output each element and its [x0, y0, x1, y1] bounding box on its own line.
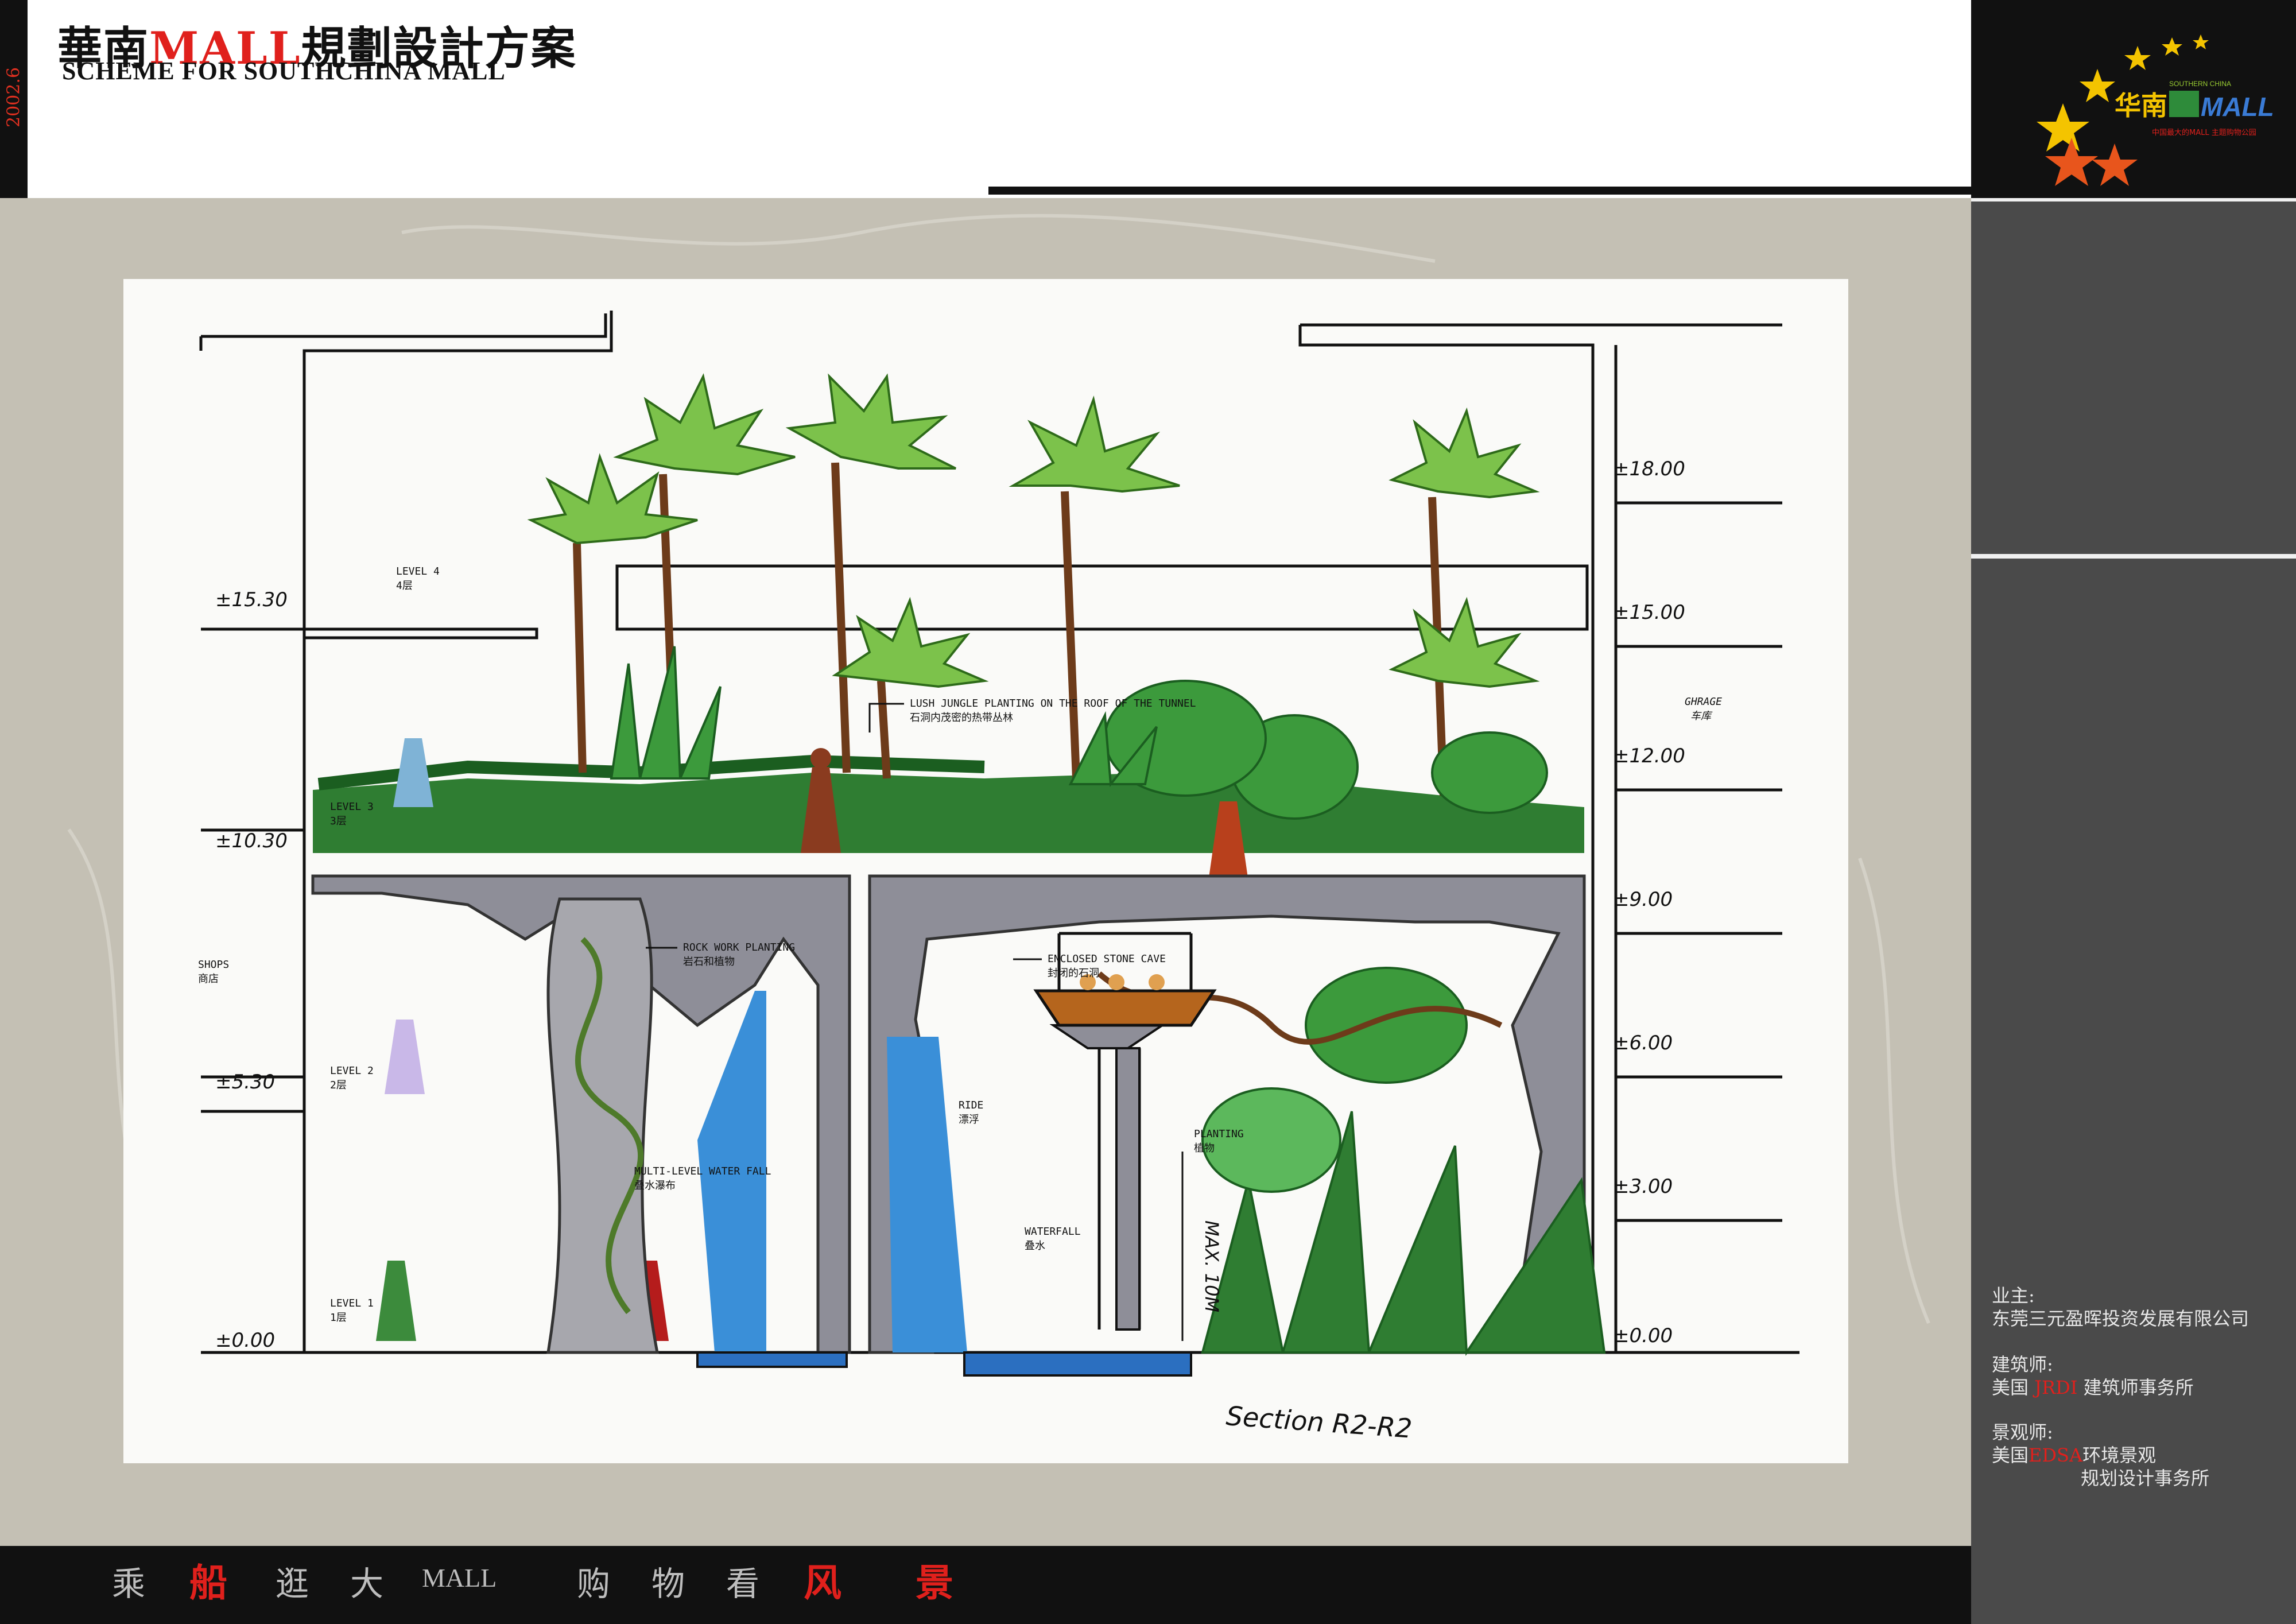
- elev-level-4: ±15.30: [215, 588, 288, 611]
- section-drawing: ±15.30 ±10.30 ±5.30 ±0.00 LEVEL 4 4层 LEV…: [198, 311, 1799, 1444]
- cave-label-en: ENCLOSED STONE CAVE: [1048, 953, 1166, 965]
- architect-suffix: 建筑师事务所: [2083, 1377, 2194, 1398]
- garage-label-en: GHRAGE: [1685, 696, 1722, 708]
- footer-char-3: 逛: [276, 1564, 309, 1603]
- planting-label-en: PLANTING: [1194, 1128, 1244, 1140]
- footer-char-4: 大: [350, 1564, 384, 1603]
- jungle-label-en: LUSH JUNGLE PLANTING ON THE ROOF OF THE …: [910, 697, 1196, 710]
- cave-label-cn: 封闭的石洞: [1048, 967, 1099, 979]
- architect-brand: JRDI: [2034, 1377, 2078, 1398]
- shops-label-en: SHOPS: [198, 959, 229, 971]
- multifall-label-en: MULTI-LEVEL WATER FALL: [634, 1165, 771, 1177]
- footer-char-9: 风: [804, 1560, 841, 1605]
- footer-char-6: 购: [577, 1564, 611, 1603]
- architect-name: 美国 JRDI 建筑师事务所: [1992, 1373, 2194, 1400]
- footer-char-1: 乘: [112, 1564, 146, 1603]
- right-elevation-labels: ±18.00 ±15.00 ±12.00 ±9.00 ±6.00 ±3.00 ±…: [1613, 458, 1722, 1347]
- cn-level-4: 4层: [396, 580, 413, 592]
- elev-level-2: ±5.30: [215, 1071, 275, 1094]
- date-label: 2002.6: [3, 67, 24, 128]
- garage-label-cn: 车库: [1690, 710, 1713, 722]
- ride-label-en: RIDE: [959, 1099, 983, 1111]
- elev-right-1: ±15.00: [1613, 601, 1685, 624]
- section-drawing-sheet: ±15.30 ±10.30 ±5.30 ±0.00 LEVEL 4 4层 LEV…: [123, 279, 1848, 1463]
- planting-label-cn: 植物: [1194, 1142, 1215, 1154]
- elev-level-3: ±10.30: [215, 830, 288, 852]
- landscape-suffix: 环境景观: [2082, 1444, 2157, 1466]
- max-note: MAX. 10M: [1201, 1220, 1223, 1312]
- logo-brand-en: MALL: [2201, 92, 2274, 122]
- architect-prefix: 美国: [1992, 1377, 2029, 1398]
- left-elevation-labels: ±15.30 ±10.30 ±5.30 ±0.00 LEVEL 4 4层 LEV…: [198, 565, 440, 1352]
- footer-char-8: 看: [726, 1564, 760, 1603]
- logo-subtitle: 中国最大的MALL 主题购物公园: [2152, 128, 2256, 137]
- footer-char-2: 船: [189, 1560, 227, 1605]
- page-title-en: SCHEME FOR SOUTHCHINA MALL: [62, 57, 506, 85]
- owner-name: 东莞三元盈晖投资发展有限公司: [1992, 1308, 2250, 1330]
- rock-label-en: ROCK WORK PLANTING: [683, 941, 795, 954]
- name-level-1: LEVEL 1: [330, 1297, 374, 1309]
- elev-right-3: ±9.00: [1613, 888, 1673, 911]
- elev-right-6: ±0.00: [1613, 1324, 1673, 1347]
- jungle-label-cn: 石洞内茂密的热带丛林: [910, 712, 1013, 724]
- rock-label-cn: 岩石和植物: [683, 956, 735, 968]
- name-level-2: LEVEL 2: [330, 1065, 374, 1077]
- elev-right-4: ±6.00: [1613, 1032, 1673, 1055]
- waterfall-label-en: WATERFALL: [1025, 1226, 1081, 1238]
- ride-boat: [1033, 932, 1217, 1331]
- header-rule: [988, 187, 1971, 195]
- elev-right-0: ±18.00: [1613, 458, 1685, 480]
- cn-level-3: 3层: [330, 815, 347, 827]
- cn-level-1: 1层: [330, 1312, 347, 1324]
- elev-level-1: ±0.00: [215, 1329, 275, 1352]
- section-label: Section R2-R2: [1225, 1400, 1413, 1444]
- name-level-4: LEVEL 4: [396, 565, 440, 577]
- logo-tagline-small: SOUTHERN CHINA: [2169, 80, 2231, 88]
- cn-level-2: 2层: [330, 1079, 347, 1091]
- logo-brand-cn: 华南: [2115, 90, 2167, 121]
- ride-label-cn: 漂浮: [959, 1114, 979, 1126]
- elev-right-2: ±12.00: [1613, 745, 1685, 768]
- landscape-prefix: 美国: [1992, 1444, 2029, 1466]
- panel-separator-top: [1971, 198, 2296, 201]
- multifall-label-cn: 叠水瀑布: [634, 1180, 676, 1192]
- waterfall-label-cn: 叠水: [1025, 1240, 1045, 1252]
- logo-graphic: SOUTHERN CHINA 华南 MALL 中国最大的MALL 主题购物公园: [2037, 34, 2274, 186]
- panel-separator-mid: [1971, 554, 2296, 559]
- jungle-ground: [313, 773, 1584, 853]
- name-level-3: LEVEL 3: [330, 801, 374, 813]
- footer-mall: MALL: [422, 1563, 497, 1592]
- landscape-line2: 规划设计事务所: [2081, 1467, 2210, 1489]
- logo-box: SOUTHERN CHINA 华南 MALL 中国最大的MALL 主题购物公园: [1971, 0, 2296, 198]
- footer-char-7: 物: [651, 1564, 685, 1603]
- shops-label-cn: 商店: [198, 973, 219, 985]
- footer-char-10: 景: [916, 1560, 953, 1605]
- palm-trees: [527, 373, 1548, 820]
- elev-right-5: ±3.00: [1613, 1175, 1673, 1198]
- landscape-brand: EDSA: [2029, 1444, 2083, 1466]
